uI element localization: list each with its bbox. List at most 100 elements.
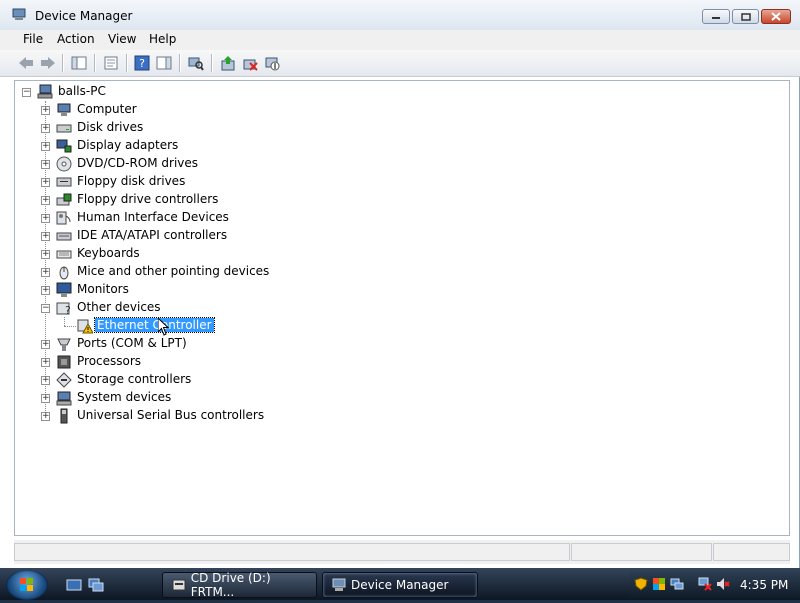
tree-guide-line: [64, 317, 65, 326]
svg-text:?: ?: [65, 304, 71, 316]
tree-node-label-selected[interactable]: Ethernet Controller: [94, 317, 215, 333]
expand-toggle[interactable]: +: [41, 394, 50, 403]
tree-node-label[interactable]: Monitors: [77, 282, 129, 296]
menu-bar: File Action View Help: [0, 30, 800, 50]
tree-node-label[interactable]: Universal Serial Bus controllers: [77, 408, 264, 422]
forward-button[interactable]: [39, 54, 57, 72]
close-button[interactable]: [761, 9, 791, 24]
device-tree-pane[interactable]: − balls-PC + Computer + Disk drives + Di…: [14, 80, 790, 536]
computer-root-icon: [37, 84, 53, 99]
tree-node-label[interactable]: DVD/CD-ROM drives: [77, 156, 198, 170]
tree-node-label[interactable]: Other devices: [77, 300, 161, 314]
disk-drive-icon: [56, 124, 72, 133]
dvd-icon: [56, 156, 72, 172]
tree-node-label[interactable]: Storage controllers: [77, 372, 191, 386]
status-pane-3: [713, 543, 790, 561]
title-bar[interactable]: Device Manager: [0, 0, 800, 30]
windows-logo-icon: [20, 578, 33, 591]
expand-toggle[interactable]: +: [41, 340, 50, 349]
disable-button[interactable]: [263, 54, 281, 72]
menu-action[interactable]: Action: [57, 32, 95, 46]
menu-file[interactable]: File: [23, 32, 43, 46]
maximize-button[interactable]: [732, 9, 759, 24]
taskbar-button-device-manager[interactable]: Device Manager: [322, 572, 478, 598]
tree-node-label[interactable]: Processors: [77, 354, 141, 368]
help-button[interactable]: ?: [133, 54, 151, 72]
show-desktop-icon[interactable]: [66, 578, 82, 592]
show-hide-console-tree-button[interactable]: [70, 54, 88, 72]
menu-help[interactable]: Help: [149, 32, 176, 46]
expand-toggle[interactable]: +: [41, 106, 50, 115]
tree-node-label[interactable]: Human Interface Devices: [77, 210, 229, 224]
processor-icon: [57, 355, 71, 369]
expand-toggle[interactable]: +: [41, 232, 50, 241]
minimize-button[interactable]: [702, 9, 730, 24]
mouse-icon: [59, 266, 69, 280]
update-driver-button[interactable]: [219, 54, 237, 72]
back-button[interactable]: [17, 54, 35, 72]
monitor-icon: [56, 282, 72, 297]
switch-windows-icon[interactable]: [88, 578, 104, 592]
expand-toggle[interactable]: +: [41, 376, 50, 385]
toolbar-separator: [211, 54, 213, 72]
console-tree-icon: [71, 56, 87, 70]
collapse-toggle[interactable]: −: [41, 304, 50, 313]
maximize-icon: [740, 12, 751, 21]
expand-toggle[interactable]: +: [41, 142, 50, 151]
root-collapse-toggle[interactable]: −: [22, 88, 31, 97]
properties-icon: [104, 56, 118, 70]
tree-node-label[interactable]: Display adapters: [77, 138, 178, 152]
expand-toggle[interactable]: +: [41, 124, 50, 133]
tree-node-label[interactable]: System devices: [77, 390, 171, 404]
floppy-icon: [56, 177, 72, 187]
keyboard-icon: [56, 250, 72, 259]
toolbar-separator: [126, 54, 128, 72]
network-disconnected-icon[interactable]: [698, 577, 712, 591]
expand-toggle[interactable]: +: [41, 412, 50, 421]
tree-node-label[interactable]: Mice and other pointing devices: [77, 264, 269, 278]
tree-guide-line: [64, 326, 76, 327]
tree-node-label[interactable]: Computer: [77, 102, 137, 116]
system-clock[interactable]: 4:35 PM: [740, 578, 788, 592]
device-manager-window: Device Manager File Action View Help ? −…: [0, 0, 800, 568]
volume-muted-icon[interactable]: [716, 577, 730, 591]
device-manager-icon: [332, 578, 346, 591]
tree-node-label[interactable]: IDE ATA/ATAPI controllers: [77, 228, 227, 242]
svg-text:?: ?: [139, 57, 145, 70]
usb-icon: [60, 408, 68, 424]
tree-node-label[interactable]: Ports (COM & LPT): [77, 336, 187, 350]
windows-update-icon[interactable]: [652, 577, 666, 591]
help-icon: ?: [134, 55, 150, 71]
tree-node-label[interactable]: Disk drives: [77, 120, 143, 134]
expand-toggle[interactable]: +: [41, 196, 50, 205]
expand-toggle[interactable]: +: [41, 358, 50, 367]
disable-device-icon: [265, 57, 280, 71]
expand-toggle[interactable]: +: [41, 214, 50, 223]
tree-node-label[interactable]: Floppy drive controllers: [77, 192, 218, 206]
tree-node-label[interactable]: Floppy disk drives: [77, 174, 185, 188]
tree-node-label[interactable]: Keyboards: [77, 246, 140, 260]
window-title: Device Manager: [35, 9, 133, 23]
expand-toggle[interactable]: +: [41, 250, 50, 259]
close-icon: [771, 12, 781, 21]
menu-view[interactable]: View: [108, 32, 136, 46]
start-button[interactable]: [6, 570, 48, 600]
network-tray-icon[interactable]: [670, 577, 684, 591]
security-shield-icon[interactable]: [634, 577, 648, 591]
port-icon: [57, 338, 71, 351]
properties-button[interactable]: [102, 54, 120, 72]
taskbar-button-cd-drive[interactable]: CD Drive (D:) FRTM...: [162, 571, 317, 599]
warning-device-icon: [77, 319, 93, 334]
update-driver-icon: [221, 56, 235, 71]
scan-hardware-button[interactable]: [187, 54, 205, 72]
action-pane-button[interactable]: [155, 54, 173, 72]
expand-toggle[interactable]: +: [41, 160, 50, 169]
expand-toggle[interactable]: +: [41, 178, 50, 187]
display-adapter-icon: [56, 139, 72, 153]
status-bar: [14, 540, 790, 564]
status-pane-main: [14, 543, 570, 561]
expand-toggle[interactable]: +: [41, 286, 50, 295]
expand-toggle[interactable]: +: [41, 268, 50, 277]
uninstall-button[interactable]: [241, 54, 259, 72]
tree-root-label[interactable]: balls-PC: [58, 84, 106, 98]
